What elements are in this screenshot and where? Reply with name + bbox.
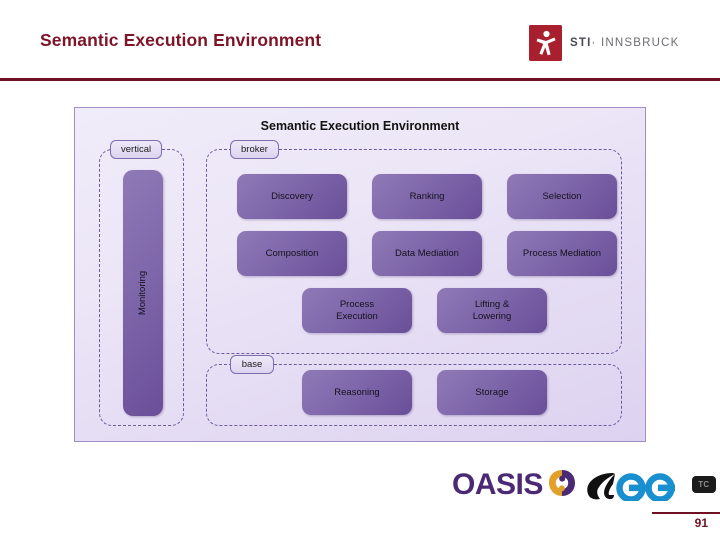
node-monitoring: Monitoring — [123, 170, 163, 416]
node-composition: Composition — [237, 231, 347, 276]
slide-header: Semantic Execution Environment STI· INNS… — [0, 0, 720, 81]
node-ranking-label: Ranking — [409, 190, 445, 202]
region-label-base: base — [230, 355, 274, 374]
node-process-mediation: Process Mediation — [507, 231, 617, 276]
oasis-wordmark: OASIS — [452, 468, 543, 501]
node-discovery-label: Discovery — [271, 190, 313, 202]
oasis-swirl-icon — [548, 470, 575, 500]
header-divider — [0, 78, 720, 81]
sti-wordmark-rest: INNSBRUCK — [600, 37, 680, 49]
tc-badge: TC — [691, 475, 716, 493]
node-process-execution-label: Process Execution — [336, 298, 378, 322]
node-data-mediation-label: Data Mediation — [395, 247, 459, 259]
sti-innsbruck-logo: STI· INNSBRUCK — [529, 24, 679, 62]
bottom-logo-strip: OASIS TC — [452, 466, 716, 504]
node-reasoning: Reasoning — [302, 370, 412, 415]
sti-wordmark-bold: STI — [570, 37, 592, 49]
node-storage: Storage — [437, 370, 547, 415]
region-label-broker: broker — [230, 140, 279, 159]
node-selection: Selection — [507, 174, 617, 219]
node-lifting-lowering: Lifting & Lowering — [437, 288, 547, 333]
node-discovery: Discovery — [237, 174, 347, 219]
sti-wordmark-separator: · — [591, 37, 597, 49]
footer-divider — [652, 512, 720, 514]
node-process-execution: Process Execution — [302, 288, 412, 333]
sti-wordmark: STI· INNSBRUCK — [570, 37, 679, 49]
node-data-mediation: Data Mediation — [372, 231, 482, 276]
node-lifting-lowering-label: Lifting & Lowering — [472, 298, 512, 322]
node-monitoring-label: Monitoring — [137, 270, 149, 316]
diagram-title: Semantic Execution Environment — [260, 119, 460, 133]
page-title: Semantic Execution Environment — [40, 30, 322, 50]
node-composition-label: Composition — [265, 247, 319, 259]
node-process-mediation-label: Process Mediation — [522, 247, 602, 259]
node-ranking: Ranking — [372, 174, 482, 219]
region-label-vertical: vertical — [110, 140, 163, 159]
semantic-execution-environment-diagram: Semantic Execution Environment vertical … — [74, 107, 646, 442]
sti-person-icon — [529, 25, 562, 61]
node-storage-label: Storage — [475, 386, 509, 398]
page-number: 91 — [694, 516, 708, 530]
node-selection-label: Selection — [542, 190, 582, 202]
node-reasoning-label: Reasoning — [334, 386, 380, 398]
see-wordmark-icon — [585, 469, 681, 503]
